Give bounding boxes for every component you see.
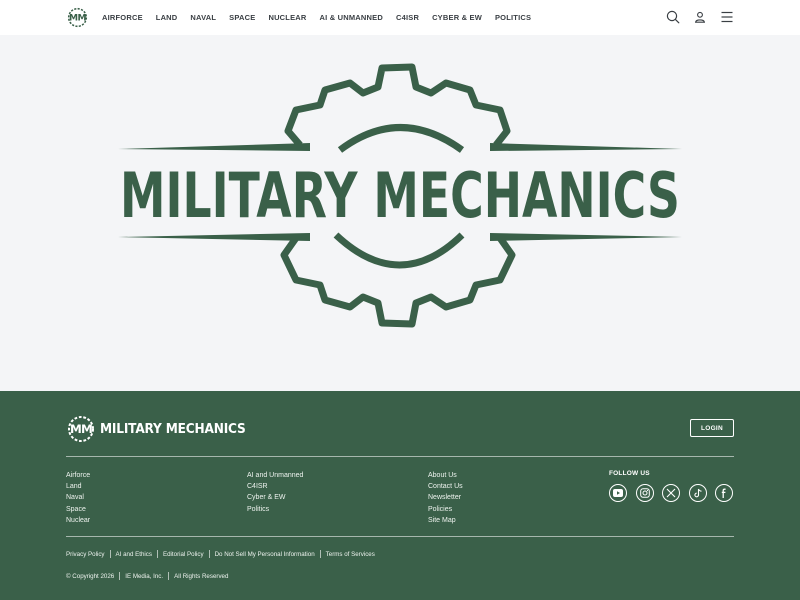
privacy-policy-link[interactable]: Privacy Policy: [66, 551, 105, 558]
site-footer: MM MILITARY MECHANICS LOGIN Airforce Lan…: [0, 391, 800, 600]
nav-c4isr[interactable]: C4ISR: [396, 13, 419, 22]
military-mechanics-gear-logo: MILITARY MECHANICS: [118, 63, 682, 328]
separator: [168, 572, 170, 580]
footer-link-c4isr[interactable]: C4ISR: [247, 481, 303, 492]
facebook-icon[interactable]: [715, 484, 733, 502]
footer-link-newsletter[interactable]: Newsletter: [428, 492, 463, 503]
footer-logo[interactable]: MM MILITARY MECHANICS: [66, 413, 262, 445]
ai-ethics-link[interactable]: AI and Ethics: [116, 551, 152, 558]
hero-logo-text: MILITARY MECHANICS: [120, 159, 680, 232]
menu-icon[interactable]: [720, 10, 734, 24]
footer-link-airforce[interactable]: Airforce: [66, 470, 90, 481]
footer-link-cyber-ew[interactable]: Cyber & EW: [247, 492, 303, 503]
instagram-icon[interactable]: [635, 484, 654, 502]
copyright: © Copyright 2026 IE Media, Inc. All Righ…: [66, 572, 228, 580]
separator: [208, 550, 210, 558]
login-button[interactable]: LOGIN: [690, 419, 734, 437]
nav-cyber-ew[interactable]: CYBER & EW: [432, 13, 482, 22]
nav-space[interactable]: SPACE: [229, 13, 255, 22]
mm-logo-icon[interactable]: MM: [66, 6, 89, 29]
nav-nuclear[interactable]: NUCLEAR: [268, 13, 306, 22]
footer-link-about[interactable]: About Us: [428, 470, 463, 481]
footer-link-nuclear[interactable]: Nuclear: [66, 515, 90, 526]
user-icon[interactable]: [693, 10, 707, 24]
do-not-sell-link[interactable]: Do Not Sell My Personal Information: [215, 551, 315, 558]
footer-col-topics: Airforce Land Naval Space Nuclear: [66, 470, 90, 526]
footer-link-space[interactable]: Space: [66, 504, 90, 515]
footer-link-ai-unmanned[interactable]: AI and Unmanned: [247, 470, 303, 481]
separator: [119, 572, 121, 580]
legal-links: Privacy Policy AI and Ethics Editorial P…: [66, 550, 375, 558]
search-icon[interactable]: [666, 10, 680, 24]
nav-naval[interactable]: NAVAL: [190, 13, 216, 22]
separator: [319, 550, 321, 558]
terms-link[interactable]: Terms of Services: [326, 551, 375, 558]
footer-link-policies[interactable]: Policies: [428, 504, 463, 515]
footer-logo-text: MILITARY MECHANICS: [100, 421, 246, 437]
hero-banner: MILITARY MECHANICS: [0, 35, 800, 391]
site-header: MM AIRFORCE LAND NAVAL SPACE NUCLEAR AI …: [0, 0, 800, 35]
nav-politics[interactable]: POLITICS: [495, 13, 531, 22]
footer-link-contact[interactable]: Contact Us: [428, 481, 463, 492]
youtube-icon[interactable]: [609, 484, 627, 502]
footer-col-topics-2: AI and Unmanned C4ISR Cyber & EW Politic…: [247, 470, 303, 515]
svg-text:MM: MM: [69, 14, 86, 24]
separator: [109, 550, 111, 558]
nav-ai-unmanned[interactable]: AI & UNMANNED: [320, 13, 383, 22]
mm-logo-icon: MM: [67, 415, 95, 443]
footer-divider-bottom: [66, 536, 734, 537]
social-links: [609, 484, 733, 502]
copyright-year: © Copyright 2026: [66, 572, 115, 580]
footer-link-sitemap[interactable]: Site Map: [428, 515, 463, 526]
separator: [156, 550, 158, 558]
editorial-policy-link[interactable]: Editorial Policy: [163, 551, 204, 558]
copyright-company: IE Media, Inc.: [125, 572, 164, 580]
footer-divider-top: [66, 456, 734, 457]
copyright-rights: All Rights Reserved: [174, 572, 229, 580]
svg-text:MM: MM: [70, 422, 92, 436]
nav-airforce[interactable]: AIRFORCE: [102, 13, 143, 22]
footer-link-politics[interactable]: Politics: [247, 504, 303, 515]
footer-link-naval[interactable]: Naval: [66, 492, 90, 503]
tiktok-icon[interactable]: [688, 484, 707, 502]
main-nav: AIRFORCE LAND NAVAL SPACE NUCLEAR AI & U…: [102, 0, 544, 35]
nav-land[interactable]: LAND: [156, 13, 178, 22]
footer-col-company: About Us Contact Us Newsletter Policies …: [428, 470, 463, 526]
follow-us-title: FOLLOW US: [609, 470, 650, 477]
x-icon[interactable]: [662, 484, 680, 502]
footer-link-land[interactable]: Land: [66, 481, 90, 492]
